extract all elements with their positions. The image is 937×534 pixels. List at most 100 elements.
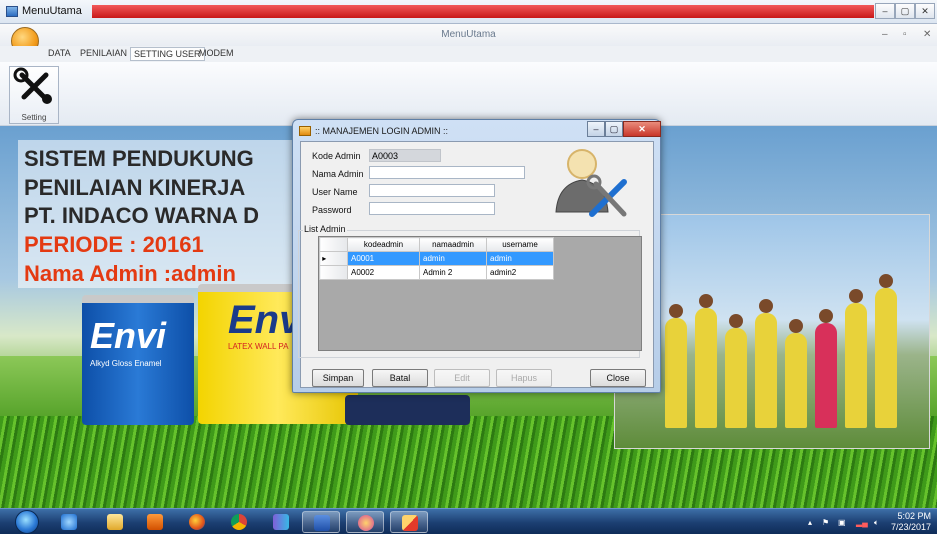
word-icon — [314, 515, 330, 531]
photo-person — [665, 304, 687, 428]
app-center-title: MenuUtama — [441, 29, 496, 40]
windows-taskbar: ▴ ⚑ ▣ ▂▄ 🔈︎ 5:02 PM 7/23/2017 — [0, 508, 937, 534]
can1-subtitle: Alkyd Gloss Enamel — [90, 359, 162, 368]
kode-admin-label: Kode Admin — [312, 151, 361, 161]
can2-subtitle: LATEX WALL PA — [228, 342, 289, 351]
app-close-button[interactable]: ✕ — [923, 29, 931, 40]
taskbar-chrome[interactable] — [220, 511, 258, 533]
chrome-icon — [231, 514, 247, 530]
taskbar-menuutama[interactable] — [390, 511, 428, 533]
dialog-minimize-button[interactable]: – — [587, 121, 605, 137]
tab-data[interactable]: DATA — [48, 48, 71, 58]
table-row[interactable]: A0002 Admin 2 admin2 — [319, 265, 554, 280]
poster-line-2: PENILAIAN KINERJA — [24, 175, 246, 200]
tab-setting-user[interactable]: SETTING USER — [130, 47, 205, 61]
start-button[interactable] — [15, 510, 39, 534]
batal-button[interactable]: Batal — [372, 369, 428, 387]
tray-date: 7/23/2017 — [890, 522, 931, 532]
minimize-button[interactable]: – — [875, 3, 895, 19]
title-highlight-band — [92, 5, 874, 18]
taskbar-ie[interactable] — [50, 511, 88, 533]
photo-person — [815, 309, 837, 428]
folder-icon — [107, 514, 123, 530]
column-header-username[interactable]: username — [486, 237, 554, 252]
dialog-maximize-button[interactable]: ▢ — [605, 121, 623, 137]
os-window-title: MenuUtama — [22, 5, 82, 17]
edit-button[interactable]: Edit — [434, 369, 490, 387]
list-admin-label: List Admin — [303, 224, 347, 234]
setting-button[interactable]: Setting — [9, 66, 59, 124]
app-minimize-button[interactable]: – — [882, 29, 888, 40]
can1-brand: Envi — [90, 315, 167, 356]
poster-period: PERIODE : 20161 — [24, 232, 204, 257]
tab-penilaian[interactable]: PENILAIAN — [80, 48, 127, 58]
hapus-button[interactable]: Hapus — [496, 369, 552, 387]
admin-data-grid[interactable]: kodeadmin namaadmin username ▸ A0001 adm… — [318, 236, 642, 351]
dialog-title: :: MANAJEMEN LOGIN ADMIN :: — [315, 126, 449, 136]
admin-table: kodeadmin namaadmin username ▸ A0001 adm… — [319, 237, 554, 280]
column-header-kodeadmin[interactable]: kodeadmin — [347, 237, 420, 252]
poster-line-1: SISTEM PENDUKUNG — [24, 146, 254, 171]
photo-person — [755, 299, 777, 428]
table-row[interactable]: ▸ A0001 admin admin — [319, 251, 554, 266]
app-2-icon — [358, 515, 374, 531]
tab-modem[interactable]: MODEM — [199, 48, 234, 58]
close-dialog-button[interactable]: Close — [590, 369, 646, 387]
tray-network-icon[interactable]: ▣ — [838, 518, 846, 527]
app-icon — [273, 514, 289, 530]
nama-admin-label: Nama Admin — [312, 169, 364, 179]
taskbar-app[interactable] — [262, 511, 300, 533]
row-selector[interactable] — [319, 265, 348, 280]
table-cell[interactable]: A0001 — [347, 251, 420, 266]
photo-person — [695, 294, 717, 428]
table-header-row: kodeadmin namaadmin username — [319, 237, 554, 252]
tray-signal-icon[interactable]: ▂▄ — [856, 518, 868, 527]
tray-clock[interactable]: 5:02 PM 7/23/2017 — [891, 511, 931, 533]
admin-settings-icon — [555, 149, 627, 217]
paint-can-envi-blue: Envi Alkyd Gloss Enamel — [82, 295, 194, 425]
table-cell[interactable]: A0002 — [347, 265, 420, 280]
table-cell[interactable]: Admin 2 — [419, 265, 487, 280]
tools-icon — [13, 67, 52, 104]
kode-admin-field[interactable] — [369, 149, 441, 162]
group-photo — [614, 214, 930, 449]
simpan-button[interactable]: Simpan — [312, 369, 364, 387]
table-cell[interactable]: admin — [419, 251, 487, 266]
dialog-close-button[interactable]: ✕ — [623, 121, 661, 137]
ribbon-toolbar: Setting — [0, 62, 937, 126]
menuutama-icon — [402, 515, 418, 531]
photo-person — [785, 319, 807, 428]
app-window-icon — [6, 6, 18, 17]
user-name-field[interactable] — [369, 184, 495, 197]
media-player-icon — [147, 514, 163, 530]
tray-volume-icon[interactable]: 🔈︎ — [874, 518, 879, 528]
ribbon-title-bar: MenuUtama – ▫ ✕ — [0, 24, 937, 46]
ie-icon — [61, 514, 77, 530]
table-cell[interactable]: admin — [486, 251, 554, 266]
photo-person — [725, 314, 747, 428]
tray-flag-icon[interactable]: ⚑ — [822, 518, 829, 527]
can2-brand: Env — [228, 298, 302, 342]
column-header-namaadmin[interactable]: namaadmin — [419, 237, 487, 252]
taskbar-word[interactable] — [302, 511, 340, 533]
dialog-app-icon — [299, 126, 311, 136]
taskbar-app-2[interactable] — [346, 511, 384, 533]
poster-line-3: PT. INDACO WARNA D — [24, 203, 260, 228]
nama-admin-field[interactable] — [369, 166, 525, 179]
taskbar-firefox[interactable] — [178, 511, 216, 533]
row-selector-arrow-icon[interactable]: ▸ — [319, 251, 348, 266]
close-button[interactable]: ✕ — [915, 3, 935, 19]
table-cell[interactable]: admin2 — [486, 265, 554, 280]
firefox-icon — [189, 514, 205, 530]
ribbon-tab-bar: DATA PENILAIAN SETTING USER MODEM — [0, 46, 937, 62]
setting-button-label: Setting — [21, 113, 47, 122]
taskbar-media[interactable] — [136, 511, 174, 533]
taskbar-explorer[interactable] — [96, 511, 134, 533]
tray-show-hidden-icon[interactable]: ▴ — [808, 518, 812, 527]
password-field[interactable] — [369, 202, 495, 215]
maximize-button[interactable]: ▢ — [895, 3, 915, 19]
row-header-corner — [319, 237, 348, 252]
app-restore-button[interactable]: ▫ — [903, 29, 907, 40]
os-title-bar: MenuUtama – ▢ ✕ — [0, 0, 937, 24]
password-label: Password — [312, 205, 352, 215]
